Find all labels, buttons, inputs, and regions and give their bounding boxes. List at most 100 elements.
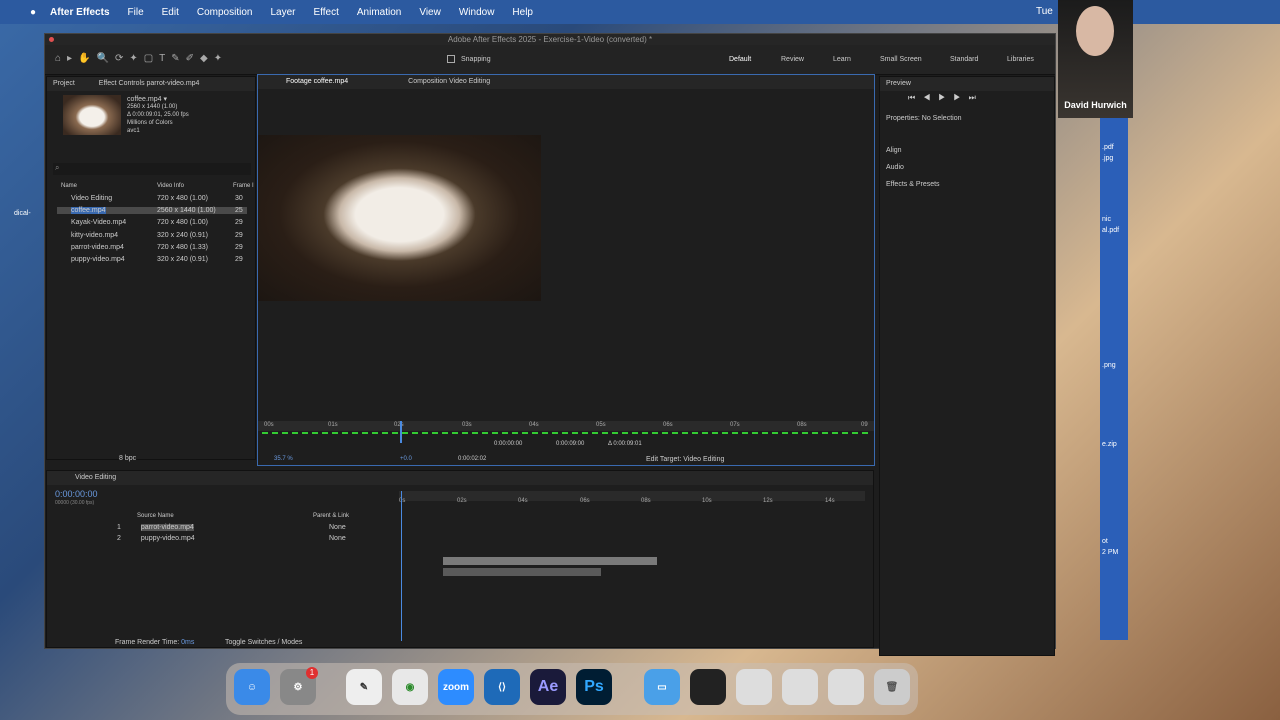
table-row[interactable]: 2 puppy-video.mp4 None bbox=[117, 535, 397, 542]
tab-video-editing[interactable]: Video Editing bbox=[75, 474, 116, 481]
timecode[interactable]: 0:00:00:00 bbox=[55, 489, 98, 499]
menu-effect[interactable]: Effect bbox=[313, 7, 338, 18]
workspace-small-screen[interactable]: Small Screen bbox=[880, 45, 922, 75]
ruler-tick: 08s bbox=[797, 422, 807, 428]
layer-bar-puppy[interactable] bbox=[443, 568, 601, 576]
menu-animation[interactable]: Animation bbox=[357, 7, 401, 18]
video-call-tile: David Hurwich bbox=[1058, 0, 1133, 118]
col-name[interactable]: Name bbox=[61, 183, 77, 189]
toggle-switches[interactable]: Toggle Switches / Modes bbox=[225, 639, 302, 646]
dock: ☺ ⚙ 1 ✎ ◉ zoom ⟨⟩ Ae Ps ▭ 🗑 bbox=[226, 663, 918, 715]
properties-label: Properties: No Selection bbox=[886, 115, 962, 122]
thumbnail-image bbox=[63, 95, 121, 135]
tool-icons[interactable]: ⌂▸✋🔍⟳✦▢T✎✐◆✦ bbox=[55, 53, 228, 64]
window-thumb-icon[interactable] bbox=[782, 669, 818, 705]
menu-file[interactable]: File bbox=[128, 7, 144, 18]
col-video-info[interactable]: Video Info bbox=[157, 183, 184, 189]
timeline-playhead[interactable] bbox=[401, 491, 402, 641]
workspace-review[interactable]: Review bbox=[781, 45, 804, 75]
menu-layer[interactable]: Layer bbox=[270, 7, 295, 18]
bpc-label[interactable]: 8 bpc bbox=[119, 455, 136, 462]
tab-preview[interactable]: Preview bbox=[880, 77, 1054, 91]
ruler-tick: 06s bbox=[580, 498, 590, 504]
menu-edit[interactable]: Edit bbox=[162, 7, 179, 18]
timeline-ruler[interactable] bbox=[399, 491, 865, 501]
ruler-tick: 14s bbox=[825, 498, 835, 504]
footage-ruler[interactable] bbox=[258, 421, 874, 431]
out-point[interactable]: 0:00:09:00 bbox=[556, 441, 584, 447]
after-effects-icon[interactable]: Ae bbox=[530, 669, 566, 705]
search-icon: ⌕ bbox=[55, 163, 60, 172]
toolbar: ⌂▸✋🔍⟳✦▢T✎✐◆✦ Snapping Default Review Lea… bbox=[45, 45, 1055, 75]
timeline-panel: Video Editing 0:00:00:00 00000 (30.00 fp… bbox=[46, 470, 874, 648]
current-time[interactable]: 0:00:02:02 bbox=[458, 456, 486, 462]
list-item[interactable]: Video Editing 720 x 480 (1.00) 30 bbox=[57, 195, 247, 202]
menu-window[interactable]: Window bbox=[459, 7, 495, 18]
list-item[interactable]: parrot-video.mp4 720 x 480 (1.33) 29 bbox=[57, 244, 247, 251]
workspace-learn[interactable]: Learn bbox=[833, 45, 851, 75]
window-thumb-icon[interactable] bbox=[690, 669, 726, 705]
window-title: Adobe After Effects 2025 - Exercise-1-Vi… bbox=[45, 34, 1055, 45]
zoom-level[interactable]: 35.7 % bbox=[274, 456, 293, 462]
menu-help[interactable]: Help bbox=[512, 7, 533, 18]
participant-name: David Hurwich bbox=[1064, 100, 1127, 110]
window-thumb-icon[interactable] bbox=[736, 669, 772, 705]
chrome-icon[interactable]: ◉ bbox=[392, 669, 428, 705]
ruler-tick: 08s bbox=[641, 498, 651, 504]
ruler-tick: 00s bbox=[264, 422, 274, 428]
preview-panel: Preview ⏮◀▶▶⏭ Properties: No Selection A… bbox=[879, 76, 1055, 656]
tab-effect-controls[interactable]: Effect Controls parrot-video.mp4 bbox=[99, 80, 200, 87]
table-row[interactable]: 1 parrot-video.mp4 None bbox=[117, 524, 397, 531]
ruler-tick: 10s bbox=[702, 498, 712, 504]
timeline-tab: Video Editing bbox=[47, 471, 873, 485]
photoshop-icon[interactable]: Ps bbox=[576, 669, 612, 705]
layer-bar-parrot[interactable] bbox=[443, 557, 657, 565]
notification-badge: 1 bbox=[306, 667, 318, 679]
menu-view[interactable]: View bbox=[419, 7, 441, 18]
section-audio[interactable]: Audio bbox=[886, 164, 904, 171]
zoom-icon[interactable]: zoom bbox=[438, 669, 474, 705]
list-item[interactable]: Kayak-Video.mp4 720 x 480 (1.00) 29 bbox=[57, 219, 247, 226]
list-item[interactable]: kitty-video.mp4 320 x 240 (0.91) 29 bbox=[57, 232, 247, 239]
tab-footage[interactable]: Footage coffee.mp4 bbox=[286, 78, 348, 85]
finder-icon[interactable]: ☺ bbox=[234, 669, 270, 705]
pages-icon[interactable]: ✎ bbox=[346, 669, 382, 705]
exposure[interactable]: +0.0 bbox=[400, 456, 412, 462]
in-point[interactable]: 0:00:00:00 bbox=[494, 441, 522, 447]
col-parent-link[interactable]: Parent & Link bbox=[313, 513, 349, 519]
playback-controls[interactable]: ⏮◀▶▶⏭ bbox=[908, 93, 984, 103]
tab-project[interactable]: Project bbox=[53, 80, 75, 87]
ruler-tick: 09 bbox=[861, 422, 868, 428]
ruler-tick: 06s bbox=[663, 422, 673, 428]
col-source-name[interactable]: Source Name bbox=[137, 513, 174, 519]
ruler-tick: 0s bbox=[399, 498, 406, 504]
ruler-tick: 12s bbox=[763, 498, 773, 504]
ruler-tick: 07s bbox=[730, 422, 740, 428]
tab-composition[interactable]: Composition Video Editing bbox=[408, 78, 490, 85]
col-frame[interactable]: Frame I bbox=[233, 183, 254, 189]
vscode-icon[interactable]: ⟨⟩ bbox=[484, 669, 520, 705]
menu-app[interactable]: After Effects bbox=[50, 7, 109, 18]
window-thumb-icon[interactable] bbox=[828, 669, 864, 705]
list-item[interactable]: puppy-video.mp4 320 x 240 (0.91) 29 bbox=[57, 256, 247, 263]
workspace-standard[interactable]: Standard bbox=[950, 45, 978, 75]
ruler-tick: 02s bbox=[394, 422, 404, 428]
folder-icon[interactable]: ▭ bbox=[644, 669, 680, 705]
section-effects-presets[interactable]: Effects & Presets bbox=[886, 181, 940, 188]
close-icon[interactable] bbox=[49, 37, 54, 42]
apple-icon[interactable]: ● bbox=[30, 7, 36, 18]
video-frame-coffee-cup bbox=[258, 135, 541, 301]
desktop-file-left[interactable]: dical- bbox=[14, 210, 31, 217]
desktop-files[interactable]: .pdf .jpg nic al.pdf .png e.zip ot 2 PM bbox=[1102, 142, 1124, 558]
menu-clock[interactable]: Tue bbox=[1036, 6, 1053, 17]
section-align[interactable]: Align bbox=[886, 147, 902, 154]
trash-icon[interactable]: 🗑 bbox=[874, 669, 910, 705]
playhead[interactable] bbox=[400, 421, 402, 443]
search-input[interactable]: ⌕ bbox=[53, 163, 251, 175]
workspace-default[interactable]: Default bbox=[729, 45, 751, 75]
ruler-tick: 05s bbox=[596, 422, 606, 428]
workspace-libraries[interactable]: Libraries bbox=[1007, 45, 1034, 75]
list-item-selected[interactable]: coffee.mp4 2560 x 1440 (1.00) 25 bbox=[57, 207, 247, 214]
menu-composition[interactable]: Composition bbox=[197, 7, 253, 18]
snapping-checkbox[interactable] bbox=[447, 55, 455, 63]
